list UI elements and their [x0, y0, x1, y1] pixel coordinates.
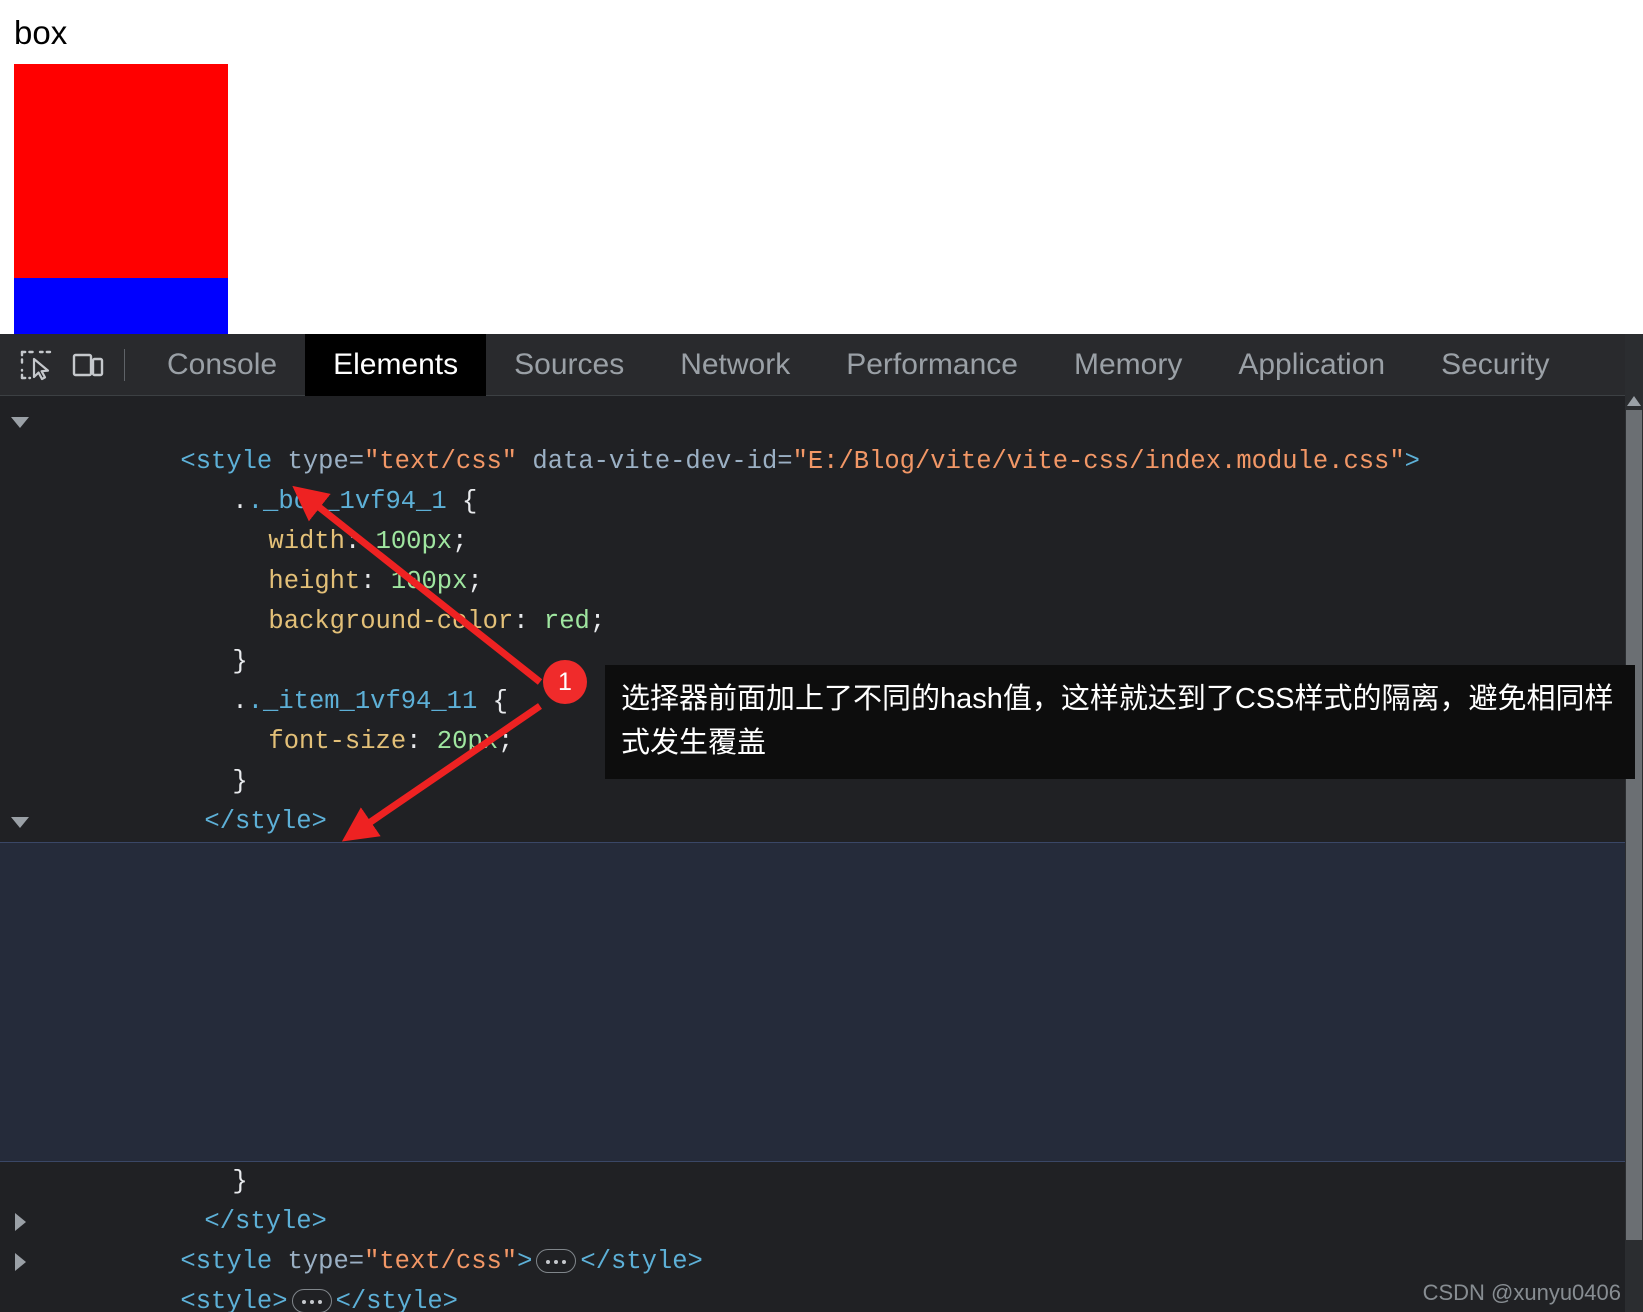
css-rule-close-4[interactable]: }: [0, 1122, 1643, 1196]
css-rule-selector-wrap-1nhxq[interactable]: .._wrap_1nhxq_11 {: [0, 1042, 1643, 1116]
css-decl-height-2[interactable]: height: 100px;: [0, 922, 1643, 996]
preview-box-label: box: [14, 14, 68, 51]
tab-security[interactable]: Security: [1413, 334, 1577, 396]
tab-sources[interactable]: Sources: [486, 334, 652, 396]
devtools-toolbar: Console Elements Sources Network Perform…: [0, 333, 1643, 396]
expand-triangle-icon[interactable]: [0, 802, 40, 842]
collapse-triangle-icon[interactable]: [0, 1242, 40, 1282]
tab-console[interactable]: Console: [139, 334, 305, 396]
elements-dom-tree[interactable]: <style type="text/css" data-vite-dev-id=…: [0, 396, 1643, 1312]
expand-ellipsis-icon[interactable]: [291, 1289, 332, 1312]
page-preview: box: [0, 0, 1643, 334]
css-decl-bgcolor-1[interactable]: background-color: red;: [0, 562, 1643, 636]
dom-line-style-collapsed-1[interactable]: <style type="text/css"> </style>: [0, 1202, 1643, 1276]
expand-triangle-icon[interactable]: [0, 402, 40, 442]
tab-elements[interactable]: Elements: [305, 333, 487, 396]
css-rule-selector-box-1vf94[interactable]: .._box_1vf94_1 {: [0, 442, 1643, 516]
css-decl-width-1[interactable]: width: 100px;: [0, 482, 1643, 556]
scrollbar-thumb[interactable]: [1626, 410, 1642, 1240]
css-rule-selector-box-1nhxq[interactable]: .._box_1nhxq_1 {: [0, 842, 1643, 916]
annotation-badge: 1: [543, 660, 587, 704]
collapse-triangle-icon[interactable]: [0, 1202, 40, 1242]
tag-open-style-4-gt: >: [272, 1287, 288, 1312]
tab-performance[interactable]: Performance: [818, 334, 1046, 396]
tag-close-style-4: </style>: [335, 1287, 458, 1312]
vertical-scrollbar[interactable]: [1625, 334, 1643, 1312]
dom-line-style-close-2[interactable]: </style>: [0, 1162, 1643, 1236]
tab-application[interactable]: Application: [1210, 334, 1413, 396]
screenshot-root: box Console Elements Sources Network Per…: [0, 0, 1643, 1312]
scroll-up-arrow-icon[interactable]: [1627, 396, 1641, 406]
devtools-panel: Console Elements Sources Network Perform…: [0, 333, 1643, 1312]
css-decl-bgcolor-2[interactable]: background-color: blue;: [0, 962, 1643, 1036]
annotation-text: 选择器前面加上了不同的hash值，这样就达到了CSS样式的隔离，避免相同样式发生…: [621, 683, 1614, 759]
watermark-text: CSDN @xunyu0406: [1422, 1280, 1621, 1305]
css-decl-width-2[interactable]: width: 100px;: [0, 882, 1643, 956]
red-box-element: [14, 64, 228, 278]
css-rule-close-3[interactable]: }: [0, 1002, 1643, 1076]
tag-open-style-4: <style: [180, 1287, 273, 1312]
devtools-tab-bar: Console Elements Sources Network Perform…: [139, 333, 1577, 396]
css-decl-height-1[interactable]: height: 100px;: [0, 522, 1643, 596]
css-rule-close-1[interactable]: }: [0, 602, 1643, 676]
annotation-callout: 选择器前面加上了不同的hash值，这样就达到了CSS样式的隔离，避免相同样式发生…: [605, 665, 1635, 779]
tab-memory[interactable]: Memory: [1046, 334, 1210, 396]
dom-line-style-open-1[interactable]: <style type="text/css" data-vite-dev-id=…: [0, 402, 1643, 476]
css-decl-fontsize-2[interactable]: font-size: 30px;: [0, 1082, 1643, 1156]
dom-line-style-collapsed-2[interactable]: <style> </style>: [0, 1242, 1643, 1312]
toolbar-divider: [124, 348, 125, 381]
device-toolbar-icon[interactable]: [62, 339, 114, 391]
inspect-element-icon[interactable]: [10, 339, 62, 391]
dom-line-style-open-2[interactable]: <style type="text/css" data-vite-dev-id=…: [0, 802, 1643, 876]
blue-box-element: [14, 278, 228, 334]
tab-network[interactable]: Network: [652, 334, 818, 396]
